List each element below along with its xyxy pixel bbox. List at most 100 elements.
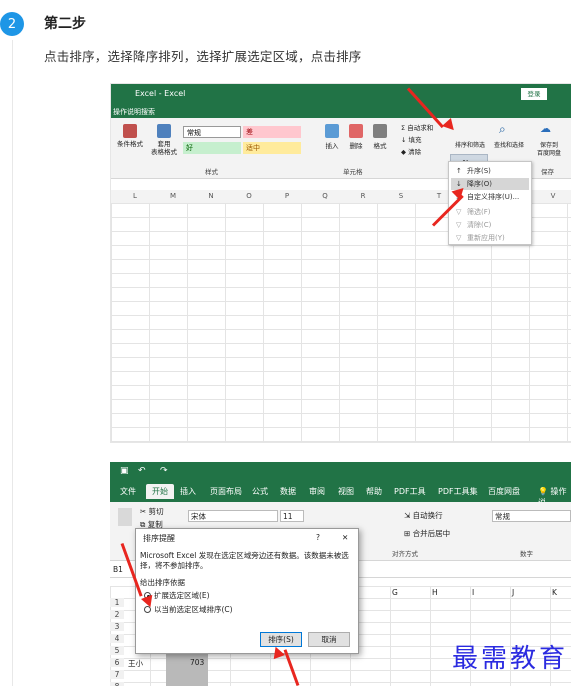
tab-page-layout[interactable]: 页面布局 bbox=[210, 486, 242, 497]
tab-pdf-toolset[interactable]: PDF工具集 bbox=[438, 486, 478, 497]
sort-warning-dialog: 排序提醒 ? ✕ Microsoft Excel 发现在选定区域旁边还有数据。该… bbox=[135, 528, 359, 654]
paste-icon[interactable] bbox=[118, 508, 132, 526]
column-header[interactable]: T bbox=[434, 192, 444, 200]
expand-selection-label[interactable]: 扩展选定区域(E) bbox=[154, 590, 210, 601]
column-header[interactable]: L bbox=[130, 192, 140, 200]
conditional-format-button[interactable]: 条件格式 bbox=[111, 140, 149, 148]
sort-basis-group-label: 给出排序依据 bbox=[140, 578, 185, 587]
column-header[interactable]: R bbox=[358, 192, 368, 200]
font-name-select[interactable]: 宋体 bbox=[188, 510, 278, 522]
item-label: 升序(S) bbox=[467, 167, 491, 175]
merge-center-button[interactable]: ⊞ 合并后居中 bbox=[404, 528, 450, 539]
column-header[interactable]: K bbox=[552, 588, 557, 597]
name-box[interactable]: B1 bbox=[113, 565, 123, 574]
tab-review[interactable]: 审阅 bbox=[309, 486, 325, 497]
wrap-label: 自动换行 bbox=[412, 511, 443, 520]
styles-group-label: 样式 bbox=[205, 168, 218, 176]
dialog-title: 排序提醒 bbox=[143, 534, 175, 543]
table-format-icon bbox=[157, 124, 171, 138]
column-header[interactable]: N bbox=[206, 192, 216, 200]
redo-icon[interactable]: ↷ bbox=[160, 466, 168, 476]
quick-access-toolbar: ▣ ↶ ↷ bbox=[110, 462, 571, 482]
fill-button[interactable]: ↓ 填充 bbox=[401, 134, 422, 144]
row-number[interactable]: 4 bbox=[110, 634, 124, 643]
cut-button[interactable]: ✂ 剪切 bbox=[140, 506, 164, 517]
filter-icon: ▽ bbox=[456, 208, 462, 216]
row-number[interactable]: 1 bbox=[110, 598, 124, 607]
tab-baidu-cloud[interactable]: 百度网盘 bbox=[488, 486, 520, 497]
column-header[interactable]: Q bbox=[320, 192, 330, 200]
style-neutral[interactable]: 适中 bbox=[243, 142, 301, 154]
column-header[interactable]: H bbox=[432, 588, 438, 597]
tab-view[interactable]: 视图 bbox=[338, 486, 354, 497]
row-number[interactable]: 6 bbox=[110, 658, 124, 667]
dialog-message: Microsoft Excel 发现在选定区域旁边还有数据。该数据未被选择，将不… bbox=[140, 551, 349, 570]
step-number-badge: 2 bbox=[0, 12, 24, 36]
column-header[interactable]: V bbox=[548, 192, 558, 200]
clear-filter-icon: ▽ bbox=[456, 221, 462, 229]
undo-icon[interactable]: ↶ bbox=[138, 466, 146, 476]
column-header[interactable]: G bbox=[392, 588, 398, 597]
column-header[interactable]: I bbox=[472, 588, 474, 597]
login-button[interactable]: 登录 bbox=[521, 88, 547, 100]
column-header[interactable]: P bbox=[282, 192, 292, 200]
save-to-cloud-button[interactable]: 保存到 百度网盘 bbox=[529, 142, 569, 158]
insert-cells-icon bbox=[325, 124, 339, 138]
tab-pdf-tools[interactable]: PDF工具 bbox=[394, 486, 426, 497]
row-number[interactable]: 5 bbox=[110, 646, 124, 655]
tell-me-search[interactable]: 操作说明搜索 bbox=[111, 106, 571, 118]
conditional-format-icon bbox=[123, 124, 137, 138]
tab-formulas[interactable]: 公式 bbox=[252, 486, 268, 497]
cell-value[interactable]: 703 bbox=[190, 658, 204, 667]
column-header[interactable]: J bbox=[512, 588, 514, 597]
row-number[interactable]: 8 bbox=[110, 682, 124, 686]
cut-label: 剪切 bbox=[148, 507, 164, 516]
tab-insert[interactable]: 插入 bbox=[180, 486, 196, 497]
column-header[interactable]: O bbox=[244, 192, 254, 200]
tab-help[interactable]: 帮助 bbox=[366, 486, 382, 497]
merge-label: 合并后居中 bbox=[412, 529, 451, 538]
tab-data[interactable]: 数据 bbox=[280, 486, 296, 497]
help-icon[interactable]: ? bbox=[316, 533, 320, 542]
close-icon[interactable]: ✕ bbox=[342, 533, 348, 542]
cell-name[interactable]: 王小 bbox=[128, 658, 143, 669]
clear-label: 清除 bbox=[408, 148, 422, 156]
row-number[interactable]: 2 bbox=[110, 610, 124, 619]
autosum-button[interactable]: Σ 自动求和 bbox=[401, 122, 433, 132]
clear-button[interactable]: ◆ 清除 bbox=[401, 146, 421, 156]
item-label: 自定义排序(U)... bbox=[467, 193, 520, 201]
autosum-label: 自动求和 bbox=[407, 124, 434, 132]
cancel-button[interactable]: 取消 bbox=[308, 632, 350, 647]
column-header[interactable]: M bbox=[168, 192, 178, 200]
column-header[interactable]: S bbox=[396, 192, 406, 200]
delete-cells-icon bbox=[349, 124, 363, 138]
number-format-select[interactable]: 常规 bbox=[492, 510, 571, 522]
row-number[interactable]: 3 bbox=[110, 622, 124, 631]
reapply-item[interactable]: ▽ 重新应用(Y) bbox=[451, 232, 529, 244]
fill-label: 填充 bbox=[408, 136, 422, 144]
clear-filter-item[interactable]: ▽ 清除(C) bbox=[451, 219, 529, 231]
find-select-button[interactable]: 查找和选择 bbox=[489, 142, 529, 150]
tab-home[interactable]: 开始 bbox=[146, 484, 174, 499]
filter-item[interactable]: ▽ 筛选(F) bbox=[451, 206, 529, 218]
format-button[interactable]: 格式 bbox=[365, 142, 395, 150]
alignment-group-label: 对齐方式 bbox=[392, 550, 418, 558]
item-label: 重新应用(Y) bbox=[467, 234, 505, 242]
table-format-button[interactable]: 套用 表格格式 bbox=[145, 140, 183, 156]
font-size-select[interactable]: 11 bbox=[280, 510, 304, 522]
search-label: 操作说明搜索 bbox=[113, 108, 155, 116]
current-selection-label[interactable]: 以当前选定区域排序(C) bbox=[154, 604, 233, 615]
row-number[interactable]: 7 bbox=[110, 670, 124, 679]
window-title: Excel - Excel bbox=[135, 89, 186, 98]
step-description: 点击排序，选择降序排列，选择扩展选定区域，点击排序 bbox=[44, 49, 362, 64]
wrap-text-button[interactable]: ⇲ 自动换行 bbox=[404, 510, 443, 521]
watermark-text: 最需教育 bbox=[452, 644, 569, 674]
style-bad[interactable]: 差 bbox=[243, 126, 301, 138]
tab-file[interactable]: 文件 bbox=[120, 486, 136, 497]
sort-ascending-item[interactable]: ↑ 升序(S) bbox=[451, 165, 529, 177]
style-good[interactable]: 好 bbox=[183, 142, 241, 154]
item-label: 筛选(F) bbox=[467, 208, 491, 216]
style-normal[interactable]: 常规 bbox=[183, 126, 241, 138]
excel-title-bar: Excel - Excel 登录 bbox=[111, 84, 571, 106]
save-icon[interactable]: ▣ bbox=[120, 466, 129, 476]
